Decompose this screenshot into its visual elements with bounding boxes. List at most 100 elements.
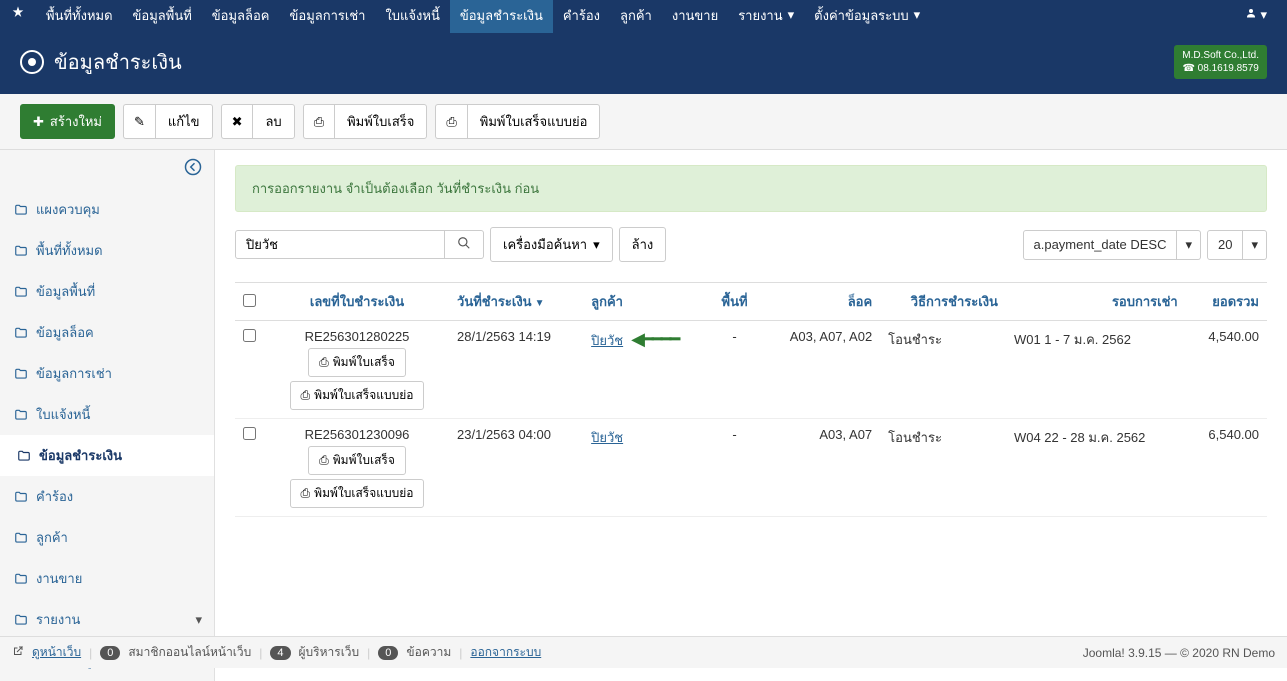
topnav-item[interactable]: ข้อมูลการเช่า	[280, 0, 376, 33]
sort-desc-icon: ▼	[535, 298, 545, 309]
status-bar: ดูหน้าเว็บ | 0 สมาชิกออนไลน์หน้าเว็บ | 4…	[0, 636, 1287, 668]
folder-icon	[14, 613, 28, 627]
sidebar-collapse-button[interactable]	[0, 150, 214, 189]
col-lock[interactable]: ล็อค	[760, 283, 880, 321]
print-short-icon-button[interactable]	[435, 104, 466, 139]
row-checkbox[interactable]	[243, 329, 256, 342]
topnav-item[interactable]: ข้อมูลพื้นที่	[123, 0, 202, 33]
search-tools-button[interactable]: เครื่องมือค้นหา▾	[490, 227, 613, 262]
row-print-short-button[interactable]: พิมพ์ใบเสร็จแบบย่อ	[290, 381, 425, 410]
user-menu[interactable]: ▾	[1235, 0, 1277, 30]
topnav-item[interactable]: งานขาย	[662, 0, 728, 33]
limit-dropdown[interactable]: 20 ▾	[1207, 230, 1267, 260]
arrow-annotation: ◀━━━━	[631, 329, 678, 349]
print-icon	[301, 388, 311, 403]
chevron-down-icon: ▾	[1177, 230, 1201, 260]
search-input[interactable]	[235, 230, 445, 259]
print-icon	[301, 486, 311, 501]
new-button[interactable]: สร้างใหม่	[20, 104, 115, 139]
col-receipt-no[interactable]: เลขที่ใบชำระเงิน	[265, 283, 449, 321]
sidebar-item[interactable]: คำร้อง	[0, 476, 214, 517]
cell-area: -	[709, 321, 760, 419]
col-payment-date[interactable]: วันที่ชำระเงิน▼	[449, 283, 583, 321]
cell-receipt-no: RE256301280225 พิมพ์ใบเสร็จ พิมพ์ใบเสร็จ…	[265, 321, 449, 419]
sidebar-item[interactable]: ข้อมูลพื้นที่	[0, 271, 214, 312]
col-customer[interactable]: ลูกค้า	[583, 283, 709, 321]
print-short-button[interactable]: พิมพ์ใบเสร็จแบบย่อ	[467, 104, 601, 139]
folder-icon	[14, 244, 28, 258]
delete-button[interactable]: ลบ	[252, 104, 294, 139]
sidebar-item[interactable]: แผงควบคุม	[0, 189, 214, 230]
folder-icon	[14, 490, 28, 504]
sort-dropdown[interactable]: a.payment_date DESC ▾	[1023, 230, 1202, 260]
topnav-item[interactable]: คำร้อง	[553, 0, 610, 33]
edit-button[interactable]: แก้ไข	[155, 104, 213, 139]
sidebar-item[interactable]: ข้อมูลการเช่า	[0, 353, 214, 394]
topnav-item[interactable]: ตั้งค่าข้อมูลระบบ▾	[804, 0, 930, 33]
customer-link[interactable]: ปิยวัช	[591, 333, 623, 348]
top-nav: พื้นที่ทั้งหมดข้อมูลพื้นที่ข้อมูลล็อคข้อ…	[0, 0, 1287, 30]
topnav-item[interactable]: พื้นที่ทั้งหมด	[36, 0, 123, 33]
col-total[interactable]: ยอดรวม	[1186, 283, 1267, 321]
header-title-text: ข้อมูลชำระเงิน	[54, 46, 182, 78]
logout-link[interactable]: ออกจากระบบ	[470, 643, 541, 662]
cell-method: โอนชำระ	[880, 321, 1006, 419]
delete-button-group: ลบ	[221, 104, 295, 139]
info-alert: การออกรายงาน จำเป็นต้องเลือก วันที่ชำระเ…	[235, 165, 1267, 212]
main-content: การออกรายงาน จำเป็นต้องเลือก วันที่ชำระเ…	[215, 150, 1287, 681]
select-all-header	[235, 283, 265, 321]
joomla-icon[interactable]	[10, 5, 26, 26]
folder-icon	[14, 285, 28, 299]
customer-link[interactable]: ปิยวัช	[591, 430, 623, 445]
print-icon	[319, 453, 329, 468]
cell-customer: ปิยวัช	[583, 419, 709, 517]
edit-icon-button[interactable]	[123, 104, 155, 139]
row-checkbox[interactable]	[243, 427, 256, 440]
sidebar-item[interactable]: พื้นที่ทั้งหมด	[0, 230, 214, 271]
cell-period: W01 1 - 7 ม.ค. 2562	[1006, 321, 1186, 419]
folder-icon	[14, 203, 28, 217]
cell-total: 4,540.00	[1186, 321, 1267, 419]
sidebar-item[interactable]: ใบแจ้งหนี้	[0, 394, 214, 435]
col-method[interactable]: วิธีการชำระเงิน	[880, 283, 1006, 321]
table-row: RE256301280225 พิมพ์ใบเสร็จ พิมพ์ใบเสร็จ…	[235, 321, 1267, 419]
row-print-short-button[interactable]: พิมพ์ใบเสร็จแบบย่อ	[290, 479, 425, 508]
folder-icon	[14, 408, 28, 422]
cell-method: โอนชำระ	[880, 419, 1006, 517]
plus-icon	[33, 114, 44, 130]
sidebar-item[interactable]: รายงาน▾	[0, 599, 214, 640]
pencil-icon	[134, 114, 145, 130]
col-area[interactable]: พื้นที่	[709, 283, 760, 321]
edit-button-group: แก้ไข	[123, 104, 213, 139]
clear-button[interactable]: ล้าง	[619, 227, 667, 262]
row-print-button[interactable]: พิมพ์ใบเสร็จ	[308, 446, 406, 475]
print-icon	[314, 114, 324, 130]
row-print-button[interactable]: พิมพ์ใบเสร็จ	[308, 348, 406, 377]
cell-area: -	[709, 419, 760, 517]
select-all-checkbox[interactable]	[243, 294, 256, 307]
delete-icon-button[interactable]	[221, 104, 253, 139]
print-button[interactable]: พิมพ์ใบเสร็จ	[334, 104, 427, 139]
topnav-item[interactable]: รายงาน▾	[728, 0, 804, 33]
topnav-item[interactable]: ลูกค้า	[610, 0, 662, 33]
topnav-item[interactable]: ใบแจ้งหนี้	[375, 0, 449, 33]
external-link-icon	[12, 645, 24, 660]
sidebar-item[interactable]: ลูกค้า	[0, 517, 214, 558]
print-icon-button[interactable]	[303, 104, 334, 139]
search-button[interactable]	[445, 230, 484, 259]
cell-lock: A03, A07	[760, 419, 880, 517]
sidebar-item[interactable]: ข้อมูลชำระเงิน	[0, 435, 214, 476]
sidebar-item[interactable]: งานขาย	[0, 558, 214, 599]
view-site-link[interactable]: ดูหน้าเว็บ	[32, 643, 81, 662]
page-header: ข้อมูลชำระเงิน M.D.Soft Co.,Ltd. ☎ 08.16…	[0, 30, 1287, 94]
cell-lock: A03, A07, A02	[760, 321, 880, 419]
cell-total: 6,540.00	[1186, 419, 1267, 517]
sidebar-item[interactable]: ข้อมูลล็อค	[0, 312, 214, 353]
topnav-item[interactable]: ข้อมูลล็อค	[202, 0, 280, 33]
cell-date: 28/1/2563 14:19	[449, 321, 583, 419]
topnav-item[interactable]: ข้อมูลชำระเงิน	[450, 0, 553, 33]
page-title: ข้อมูลชำระเงิน	[20, 46, 182, 78]
vendor-badge: M.D.Soft Co.,Ltd. ☎ 08.1619.8579	[1174, 45, 1267, 79]
col-period[interactable]: รอบการเช่า	[1006, 283, 1186, 321]
online-count-badge: 0	[100, 646, 120, 660]
